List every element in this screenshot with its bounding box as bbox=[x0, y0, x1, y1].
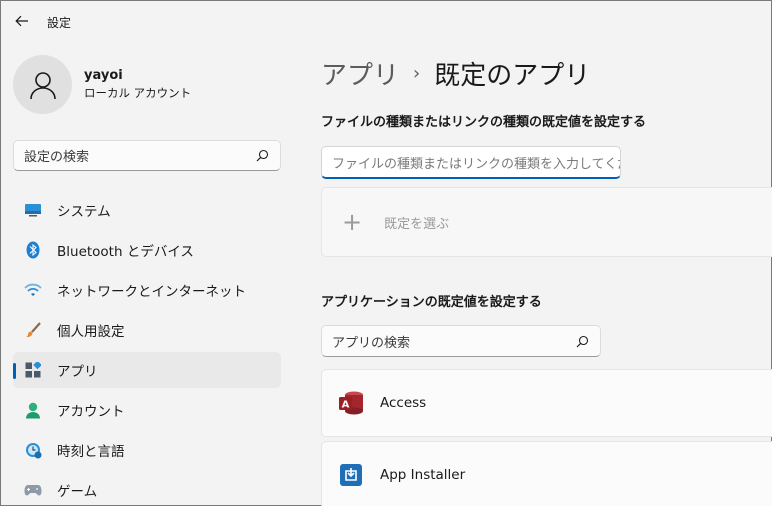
sidebar-item-label: 個人用設定 bbox=[57, 324, 125, 340]
sidebar-item-label: Bluetooth とデバイス bbox=[57, 244, 194, 260]
window-title: 設定 bbox=[47, 16, 72, 30]
person-icon bbox=[29, 71, 56, 99]
access-app-icon: A bbox=[338, 390, 364, 416]
gaming-icon bbox=[24, 481, 42, 499]
apps-icon bbox=[24, 361, 42, 379]
choose-default-button[interactable]: + 既定を選ぶ bbox=[321, 187, 772, 257]
search-icon bbox=[574, 333, 590, 349]
sidebar: yayoi ローカル アカウント 設定の検索 システム Bluetooth とデ… bbox=[1, 41, 293, 506]
profile-name: yayoi bbox=[84, 68, 123, 83]
svg-text:A: A bbox=[342, 400, 350, 411]
filetype-search-input[interactable]: ファイルの種類またはリンクの種類を入力してください bbox=[321, 146, 621, 179]
sidebar-item-apps[interactable]: アプリ bbox=[13, 352, 281, 388]
breadcrumb-apps-link[interactable]: アプリ bbox=[321, 55, 399, 92]
sidebar-item-bluetooth[interactable]: Bluetooth とデバイス bbox=[13, 232, 281, 268]
sidebar-item-accounts[interactable]: アカウント bbox=[13, 392, 281, 428]
sidebar-item-label: システム bbox=[57, 204, 111, 220]
sidebar-item-personalization[interactable]: 個人用設定 bbox=[13, 312, 281, 348]
sidebar-item-label: ネットワークとインターネット bbox=[57, 284, 246, 300]
back-arrow-icon bbox=[15, 15, 28, 27]
app-name: App Installer bbox=[380, 467, 466, 483]
nav-list: システム Bluetooth とデバイス ネットワークとインターネット 個人用設… bbox=[13, 192, 281, 506]
filetype-search-placeholder: ファイルの種類またはリンクの種類を入力してください bbox=[332, 156, 620, 172]
search-icon bbox=[254, 148, 270, 164]
sidebar-item-label: 時刻と言語 bbox=[57, 444, 125, 460]
main-content: アプリ › 既定のアプリ ファイルの種類またはリンクの種類の既定値を設定する フ… bbox=[321, 41, 772, 506]
settings-search-placeholder: 設定の検索 bbox=[24, 150, 90, 165]
sidebar-item-time-language[interactable]: 時刻と言語 bbox=[13, 432, 281, 468]
app-row-access[interactable]: A Access bbox=[321, 369, 772, 437]
app-row-app-installer[interactable]: App Installer bbox=[321, 441, 772, 506]
sidebar-item-network[interactable]: ネットワークとインターネット bbox=[13, 272, 281, 308]
system-icon bbox=[24, 201, 42, 219]
wifi-icon bbox=[24, 281, 42, 299]
apps-section-title: アプリケーションの既定値を設定する bbox=[321, 295, 542, 310]
sidebar-item-label: ゲーム bbox=[57, 484, 98, 500]
chevron-right-icon: › bbox=[413, 63, 421, 84]
page-title: 既定のアプリ bbox=[434, 61, 591, 91]
brush-icon bbox=[24, 321, 42, 339]
back-button[interactable] bbox=[11, 10, 33, 32]
app-search-placeholder: アプリの検索 bbox=[332, 335, 411, 351]
settings-search-input[interactable]: 設定の検索 bbox=[13, 140, 281, 171]
breadcrumb: アプリ › 既定のアプリ bbox=[321, 55, 590, 92]
app-installer-icon bbox=[338, 462, 364, 488]
sidebar-item-system[interactable]: システム bbox=[13, 192, 281, 228]
sidebar-item-gaming[interactable]: ゲーム bbox=[13, 472, 281, 506]
account-icon bbox=[24, 401, 42, 419]
profile[interactable]: yayoi ローカル アカウント bbox=[13, 55, 191, 114]
plus-icon: + bbox=[342, 208, 363, 236]
sidebar-item-label: アプリ bbox=[57, 364, 98, 380]
filetype-section-title: ファイルの種類またはリンクの種類の既定値を設定する bbox=[321, 115, 647, 130]
bluetooth-icon bbox=[24, 241, 42, 259]
app-search-input[interactable]: アプリの検索 bbox=[321, 325, 601, 357]
time-language-icon bbox=[24, 441, 42, 459]
account-type: ローカル アカウント bbox=[84, 86, 192, 100]
avatar bbox=[13, 55, 72, 114]
app-name: Access bbox=[380, 395, 427, 411]
choose-default-label: 既定を選ぶ bbox=[384, 216, 450, 232]
sidebar-item-label: アカウント bbox=[57, 404, 125, 420]
title-bar: 設定 bbox=[1, 1, 771, 41]
